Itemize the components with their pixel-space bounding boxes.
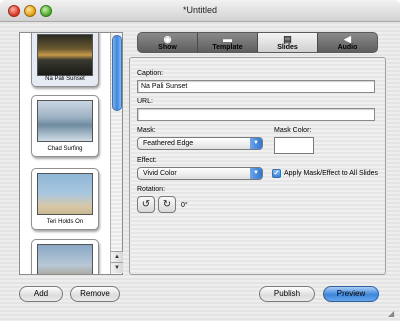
url-label: URL: [137,98,153,105]
publish-button[interactable]: Publish [259,286,315,302]
effect-select[interactable]: Vivid Color ▼ [137,167,263,180]
tab-label: Slides [277,44,298,51]
photo-item-chad-surfing[interactable]: Chad Surfing [31,95,99,157]
eye-icon: ◉ [163,34,172,44]
effect-label: Effect: [137,157,157,164]
app-window: *Untitled Na Pali Sunset Chad Surfing Te… [0,0,400,321]
scroll-up-arrow-icon[interactable]: ▲ [111,251,123,262]
mask-color-label: Mask Color: [274,127,312,134]
add-button[interactable]: Add [19,286,63,302]
photo-thumbnail [37,34,93,76]
slide-properties-panel: Caption: Na Pali Sunset URL: Mask: Feath… [129,57,386,275]
url-field[interactable] [137,108,375,121]
view-tabs: ◉ Show ▬ Template ▤ Slides ◀ Audio [137,32,378,53]
mask-select[interactable]: Feathered Edge ▼ [137,137,263,150]
mask-select-value: Feathered Edge [143,140,194,147]
chevron-down-icon: ▼ [250,138,262,149]
scroll-thumb[interactable] [112,35,122,111]
rotate-counterclockwise-icon[interactable]: ↺ [137,196,155,213]
preview-button[interactable]: Preview [323,286,379,302]
scroll-down-arrow-icon[interactable]: ▼ [111,262,123,273]
caption-field[interactable]: Na Pali Sunset [137,80,375,93]
photo-thumbnail [37,100,93,142]
resize-grip-icon[interactable]: ◢ [388,309,398,319]
tab-label: Template [212,44,243,51]
tab-show[interactable]: ◉ Show [138,33,198,52]
tab-audio[interactable]: ◀ Audio [318,33,377,52]
rotation-label: Rotation: [137,186,166,193]
photo-item-couple[interactable] [31,239,99,274]
template-icon: ▬ [223,34,232,44]
speaker-icon: ◀ [344,34,351,44]
tab-slides[interactable]: ▤ Slides [258,33,318,52]
tab-label: Show [158,44,177,51]
rotate-clockwise-icon[interactable]: ↻ [158,196,176,213]
photo-thumbnail [37,244,93,274]
photo-thumbnail [37,173,93,215]
photo-list[interactable]: Na Pali Sunset Chad Surfing Teri Holds O… [19,32,123,275]
apply-all-label: Apply Mask/Effect to All Slides [284,170,379,177]
remove-button[interactable]: Remove [70,286,120,302]
title-bar: *Untitled [0,0,400,22]
tab-template[interactable]: ▬ Template [198,33,258,52]
mask-color-well[interactable] [274,137,314,154]
photo-list-scrollbar[interactable]: ▲ ▼ [110,33,123,274]
slides-icon: ▤ [283,34,292,44]
photo-item-teri-holds-on[interactable]: Teri Holds On [31,168,99,230]
chevron-down-icon: ▼ [250,168,262,179]
window-title: *Untitled [182,5,218,15]
rotation-value: 0° [181,202,188,209]
photo-caption: Teri Holds On [46,219,84,225]
mask-label: Mask: [137,127,156,134]
photo-item-na-pali-sunset[interactable]: Na Pali Sunset [31,33,99,87]
tab-label: Audio [337,44,358,51]
photo-caption: Na Pali Sunset [45,76,85,82]
effect-select-value: Vivid Color [143,170,177,177]
caption-label: Caption: [137,70,164,77]
photo-caption: Chad Surfing [47,146,83,152]
apply-all-checkbox[interactable]: ✓ [272,169,281,178]
